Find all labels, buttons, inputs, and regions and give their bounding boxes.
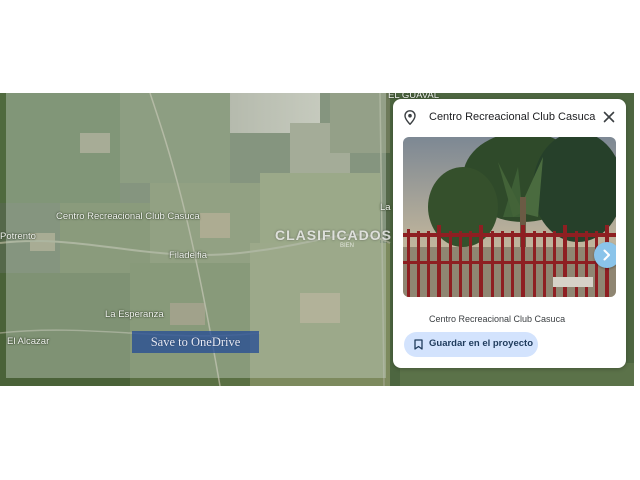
photo-caption: Centro Recreacional Club Casuca <box>429 314 566 323</box>
place-detail-panel: Centro Recreacional Club Casuca Centro R… <box>393 99 626 368</box>
bookmark-icon <box>414 339 423 350</box>
place-title: Centro Recreacional Club Casuca <box>429 111 596 123</box>
map-label-centro-recreacional[interactable]: Centro Recreacional Club Casuca <box>56 211 200 222</box>
panel-header: Centro Recreacional Club Casuca <box>393 99 626 135</box>
map-label-partial: La <box>380 202 391 213</box>
close-icon[interactable] <box>603 111 615 123</box>
map-label-la-esperanza: La Esperanza <box>105 309 164 320</box>
next-photo-button[interactable] <box>594 242 616 268</box>
map-label-potrento: Potrento <box>0 231 36 242</box>
chevron-right-icon <box>603 249 610 261</box>
save-to-project-label: Guardar en el proyecto <box>429 338 534 349</box>
watermark-text: CLASIFICADOS <box>275 227 392 243</box>
save-to-onedrive-button[interactable]: Save to OneDrive <box>132 331 259 353</box>
save-to-project-button[interactable]: Guardar en el proyecto <box>404 332 538 357</box>
place-photo[interactable] <box>403 137 616 297</box>
watermark-subtext: BIEN <box>340 243 355 249</box>
place-photo-image <box>403 137 616 297</box>
map-label-el-alcazar: El Alcazar <box>7 336 50 347</box>
location-pin-icon <box>404 110 416 125</box>
map-label-filadelfia: Filadelfia <box>169 250 208 261</box>
